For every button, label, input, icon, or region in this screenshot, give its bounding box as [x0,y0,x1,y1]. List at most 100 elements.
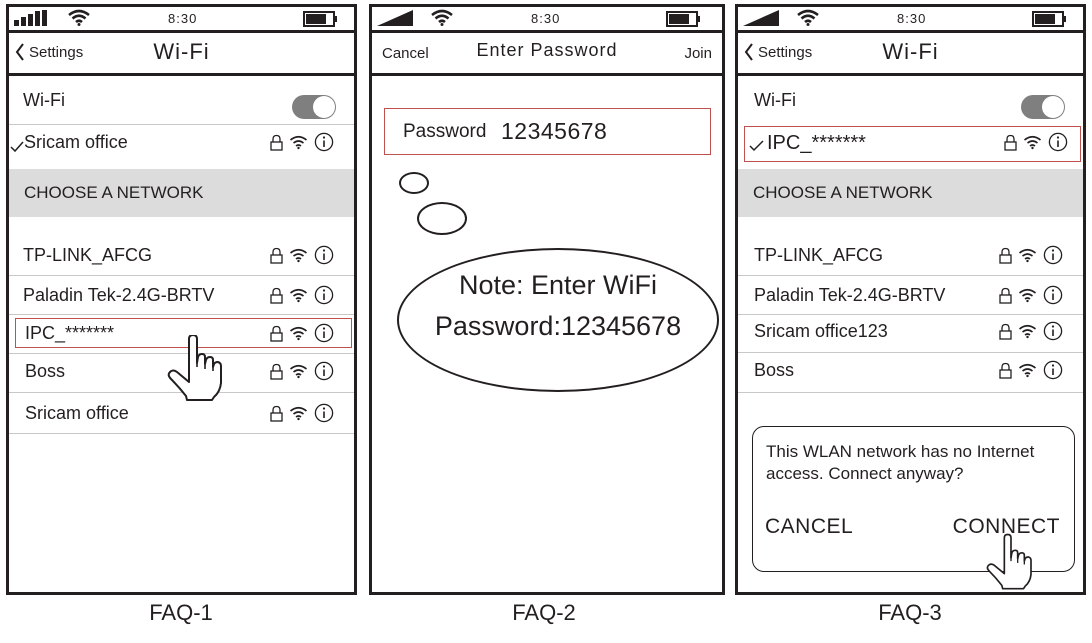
divider [738,275,1083,276]
wifi-icon [1023,135,1042,150]
wifi-icon [68,9,90,26]
phone-screen-faq3: 8:30 Settings Wi-Fi Wi-Fi IPC_******* CH… [735,4,1086,595]
wifi-label: Wi-Fi [23,90,65,110]
battery-icon [1032,11,1066,27]
lock-icon [999,287,1012,304]
lock-icon [999,247,1012,264]
network-icons [270,285,334,305]
info-icon[interactable] [314,245,334,265]
connected-network-name: IPC_******* [767,132,866,154]
signal-icon [743,10,779,26]
note-line-2: Password:12345678 [434,311,682,341]
info-icon[interactable] [1048,132,1068,152]
dialog-message: This WLAN network has no Internet access… [766,442,1035,483]
divider [9,433,354,434]
wifi-toggle-row: Wi-Fi [9,82,354,122]
connected-network-row[interactable]: Sricam office [9,124,354,164]
join-button[interactable]: Join [684,45,712,62]
wifi-icon [1018,363,1037,378]
phone-screen-faq2: 8:30 Cancel Enter Password Join Password… [369,4,725,595]
network-name: TP-LINK_AFCG [754,245,884,265]
caption-faq3: FAQ-3 [878,600,942,625]
lock-icon [1004,134,1017,151]
info-icon[interactable] [1043,360,1063,380]
hand-pointer-icon [167,335,222,401]
status-bar: 8:30 [9,7,354,33]
info-icon[interactable] [314,132,334,152]
wifi-label: Wi-Fi [754,90,796,110]
page-title: Wi-Fi [153,39,210,64]
network-name: Paladin Tek-2.4G-BRTV [23,285,215,305]
info-icon[interactable] [1043,321,1063,341]
status-time: 8:30 [531,11,561,26]
network-icons [999,321,1063,341]
thought-bubble-medium [417,202,467,235]
lock-icon [270,405,283,422]
network-name: Boss [25,361,66,381]
info-icon[interactable] [314,403,334,423]
battery-icon [666,11,700,27]
status-time: 8:30 [168,11,198,26]
info-icon[interactable] [314,285,334,305]
wifi-toggle[interactable] [292,95,336,119]
nav-bar: Settings Wi-Fi [738,33,1083,76]
info-icon[interactable] [1043,245,1063,265]
lock-icon [270,363,283,380]
status-bar: 8:30 [738,7,1083,33]
network-row[interactable]: TP-LINK_AFCG [738,237,1083,277]
section-header: CHOOSE A NETWORK [738,169,1083,217]
network-row[interactable]: Boss [738,352,1083,392]
battery-icon [303,11,337,27]
lock-icon [270,134,283,151]
caption-faq1: FAQ-1 [149,600,213,625]
section-header-label: CHOOSE A NETWORK [24,183,204,202]
wifi-icon [1018,288,1037,303]
wifi-toggle[interactable] [1021,95,1065,119]
page-title: Wi-Fi [882,39,939,64]
network-row[interactable]: Sricam office [9,395,354,435]
note-bubble: Note: Enter WiFi Password:12345678 [397,248,719,392]
checkmark-icon [749,140,764,152]
cancel-button[interactable]: CANCEL [765,515,853,539]
password-field[interactable]: Password 12345678 [384,108,711,155]
wifi-toggle-row: Wi-Fi [738,82,1083,122]
wifi-icon [289,364,308,379]
network-name: TP-LINK_AFCG [23,245,153,265]
lock-icon [270,287,283,304]
password-value: 12345678 [501,118,608,144]
network-icons [1004,132,1068,152]
connected-network-name: Sricam office [24,132,128,152]
status-bar: 8:30 [372,7,722,33]
network-icons [270,245,334,265]
wifi-icon [289,135,308,150]
lock-icon [270,247,283,264]
info-icon[interactable] [314,361,334,381]
network-row[interactable]: Sricam office123 [738,313,1083,353]
page-title: Enter Password [476,40,618,60]
caption-faq2: FAQ-2 [512,600,576,625]
network-name: Sricam office123 [754,321,888,341]
network-icons [999,285,1063,305]
network-name: Sricam office [25,403,129,423]
lock-icon [999,323,1012,340]
wifi-icon [431,9,453,26]
wifi-icon [289,288,308,303]
network-row[interactable]: TP-LINK_AFCG [9,237,354,277]
hand-pointer-icon [986,533,1032,590]
info-icon[interactable] [1043,285,1063,305]
lock-icon [999,362,1012,379]
network-icons [270,403,334,423]
network-icons [999,245,1063,265]
connected-network-row[interactable]: IPC_******* [744,126,1081,162]
network-row[interactable]: Paladin Tek-2.4G-BRTV [9,277,354,317]
network-icons [270,361,334,381]
thought-bubble-small [399,172,429,194]
password-label: Password [403,121,487,142]
wifi-icon [1018,248,1037,263]
wifi-icon [1018,324,1037,339]
network-row[interactable]: Paladin Tek-2.4G-BRTV [738,277,1083,317]
network-icons [999,360,1063,380]
phone-screen-faq1: 8:30 Settings Wi-Fi Wi-Fi Sricam office … [6,4,357,595]
wifi-icon [289,248,308,263]
divider [9,275,354,276]
